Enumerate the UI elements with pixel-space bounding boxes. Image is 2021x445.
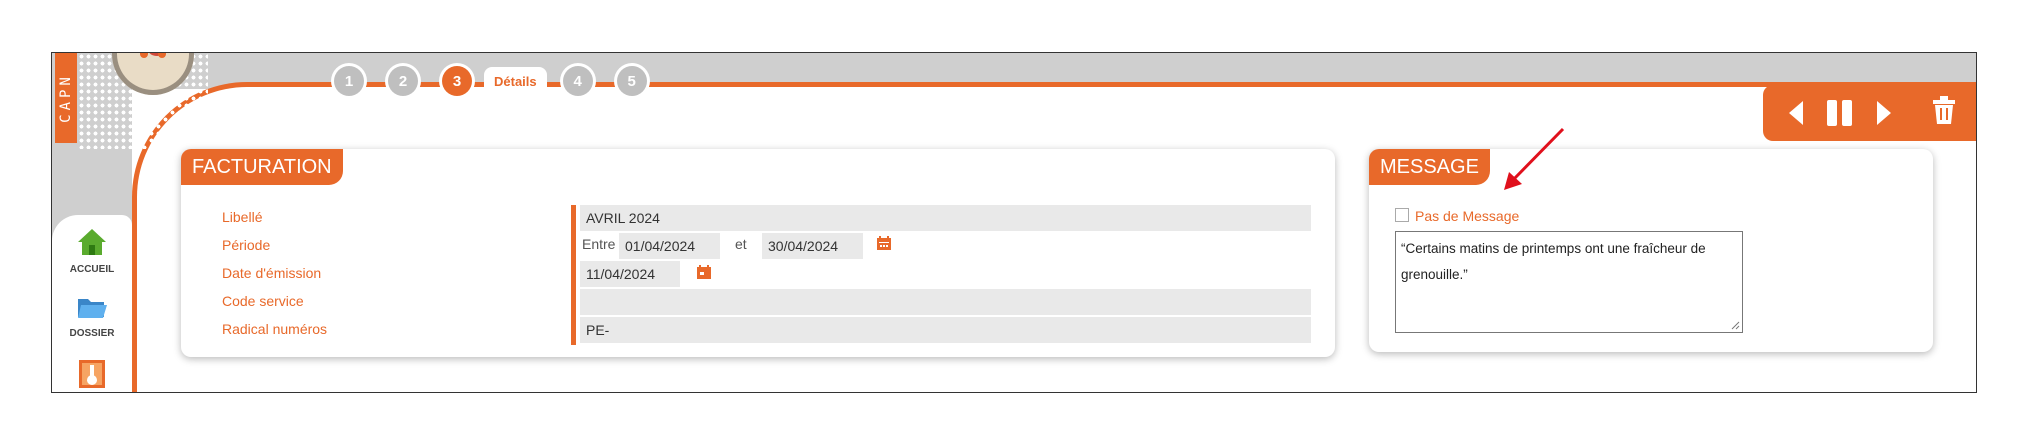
folder-icon: [78, 299, 107, 318]
nav-label-dossier: DOSSIER: [69, 328, 115, 339]
libelle-field[interactable]: AVRIL 2024: [580, 205, 1311, 231]
step-1[interactable]: 1: [334, 66, 364, 96]
step-indicator: 1 2 3 Détails 4 5: [334, 63, 671, 99]
brand-logo: CAPN: [55, 53, 77, 143]
form-divider: [571, 205, 576, 345]
date-emission-calendar-icon[interactable]: [696, 264, 712, 280]
step-2[interactable]: 2: [388, 66, 418, 96]
nav-label-accueil: ACCUEIL: [69, 264, 115, 275]
facturation-title: FACTURATION: [181, 149, 343, 185]
prev-icon[interactable]: [1787, 99, 1805, 127]
step-details-tab[interactable]: Détails: [484, 67, 547, 95]
periode-separator: et: [735, 236, 747, 252]
step-4[interactable]: 4: [562, 66, 593, 96]
facturation-card: FACTURATION Libellé Période Date d'émiss…: [181, 149, 1335, 357]
nav-item-touch[interactable]: [52, 359, 132, 392]
nav-item-dossier[interactable]: DOSSIER: [52, 295, 132, 339]
label-code-service: Code service: [222, 293, 304, 309]
label-periode: Période: [222, 237, 271, 253]
step-3[interactable]: 3: [442, 66, 472, 96]
next-icon[interactable]: [1875, 99, 1893, 127]
code-service-field[interactable]: [580, 289, 1311, 315]
message-textarea[interactable]: “Certains matins de printemps ont une fr…: [1395, 231, 1743, 333]
no-message-label[interactable]: Pas de Message: [1415, 208, 1519, 224]
step-5[interactable]: 5: [616, 66, 647, 96]
periode-calendar-icon[interactable]: [876, 235, 892, 251]
radical-field[interactable]: PE-: [580, 317, 1311, 343]
no-message-checkbox[interactable]: [1395, 208, 1409, 222]
resize-grip-icon[interactable]: [1730, 320, 1740, 330]
date-emission-field[interactable]: 11/04/2024: [580, 261, 680, 287]
label-libelle: Libellé: [222, 209, 263, 225]
message-text: “Certains matins de printemps ont une fr…: [1401, 241, 1706, 282]
periode-prefix: Entre: [582, 236, 616, 252]
message-card: MESSAGE Pas de Message “Certains matins …: [1369, 149, 1933, 352]
label-date-emission: Date d'émission: [222, 265, 322, 281]
touch-hand-icon: [79, 360, 105, 388]
home-icon: [78, 229, 106, 255]
periode-start-field[interactable]: 01/04/2024: [619, 233, 720, 259]
sidebar: ACCUEIL DOSSIER: [52, 215, 132, 392]
trash-icon[interactable]: [1931, 95, 1957, 125]
message-title: MESSAGE: [1369, 149, 1490, 185]
app-frame: CAPN ACCUEIL DOSSIER 1 2 3 Détails 4 5 F…: [51, 52, 1977, 393]
annotation-arrow-icon: [1504, 127, 1565, 190]
nav-item-accueil[interactable]: ACCUEIL: [52, 227, 132, 275]
record-toolbar: [1763, 85, 1976, 141]
label-radical: Radical numéros: [222, 321, 328, 337]
periode-end-field[interactable]: 30/04/2024: [762, 233, 863, 259]
pause-icon[interactable]: [1825, 99, 1855, 127]
